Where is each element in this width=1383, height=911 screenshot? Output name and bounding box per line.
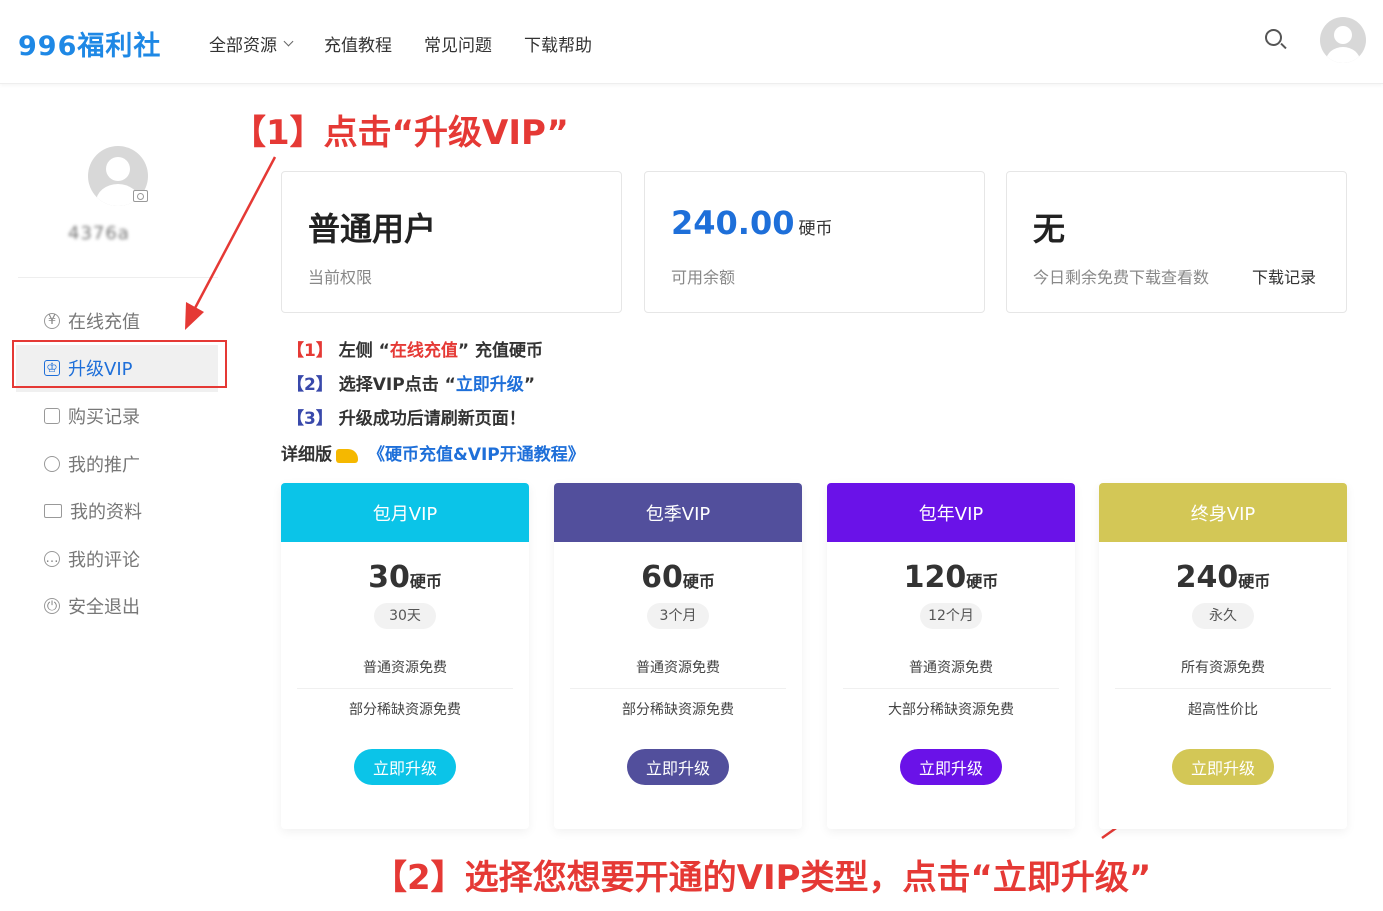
plan-feature: 所有资源免费 — [1115, 647, 1331, 689]
plan-header: 包季VIP — [554, 483, 802, 542]
instruction-3: 【3】 升级成功后请刷新页面！ — [287, 409, 526, 429]
plan-feature: 普通资源免费 — [843, 647, 1059, 689]
plan-duration: 30天 — [374, 603, 436, 629]
highlight-box — [12, 340, 227, 388]
nav-faq[interactable]: 常见问题 — [424, 31, 492, 56]
stat-level: 普通用户 当前权限 — [281, 171, 622, 313]
plan-card-monthly: 包月VIP 30硬币 30天 普通资源免费 部分稀缺资源免费 立即升级 — [281, 483, 529, 829]
plan-feature: 超高性价比 — [1188, 702, 1258, 718]
sidebar-item-recharge[interactable]: ¥ 在线充值 — [16, 297, 226, 345]
stat-balance-label: 可用余额 — [671, 268, 736, 287]
plan-duration: 12个月 — [920, 603, 982, 629]
plan-feature: 大部分稀缺资源免费 — [888, 702, 1014, 718]
stat-level-value: 普通用户 — [308, 210, 437, 248]
detail-tutorial: 详细版 《硬币充值&VIP开通教程》 — [281, 440, 585, 465]
plan-header: 终身VIP — [1099, 483, 1347, 542]
bag-icon — [44, 407, 60, 424]
tutorial-link[interactable]: 《硬币充值&VIP开通教程》 — [368, 440, 585, 465]
upgrade-button-monthly[interactable]: 立即升级 — [354, 749, 456, 785]
upgrade-button-quarterly[interactable]: 立即升级 — [627, 749, 729, 785]
sidebar-item-purchases[interactable]: 购买记录 — [16, 392, 226, 440]
plan-price: 30硬币 — [368, 560, 442, 595]
username: 4376a — [68, 223, 130, 244]
stat-downloads: 无 今日剩余免费下载查看数 下载记录 — [1006, 171, 1347, 313]
plan-feature: 部分稀缺资源免费 — [622, 702, 734, 718]
yen-icon: ¥ — [44, 312, 60, 329]
annotation-step2: 【2】选择您想要开通的VIP类型，点击“立即升级” — [373, 858, 1152, 898]
upgrade-button-yearly[interactable]: 立即升级 — [900, 749, 1002, 785]
sidebar-item-logout[interactable]: ⏻ 安全退出 — [16, 583, 226, 631]
search-icon[interactable] — [1264, 28, 1288, 52]
plan-header: 包年VIP — [827, 483, 1075, 542]
comment-icon: … — [44, 550, 60, 567]
plan-feature: 部分稀缺资源免费 — [349, 702, 461, 718]
annotation-step1: 【1】点击“升级VIP” — [232, 113, 569, 153]
instruction-1: 【1】 左侧 “在线充值” 充值硬币 — [287, 341, 543, 361]
plan-duration: 永久 — [1192, 603, 1254, 629]
sidebar-item-promotion[interactable]: 我的推广 — [16, 440, 226, 488]
main-nav: 全部资源 充值教程 常见问题 下载帮助 — [209, 31, 592, 56]
sidebar-item-profile[interactable]: 我的资料 — [16, 487, 226, 535]
stat-downloads-label: 今日剩余免费下载查看数 — [1033, 268, 1210, 287]
user-avatar[interactable] — [1320, 17, 1366, 63]
plan-card-quarterly: 包季VIP 60硬币 3个月 普通资源免费 部分稀缺资源免费 立即升级 — [554, 483, 802, 829]
stat-level-label: 当前权限 — [308, 268, 373, 287]
pointing-hand-icon — [336, 448, 358, 463]
sidebar-item-comments[interactable]: … 我的评论 — [16, 535, 226, 583]
plan-price: 240硬币 — [1175, 560, 1271, 595]
stat-balance: 240.00 硬币 可用余额 — [644, 171, 985, 313]
download-records-link[interactable]: 下载记录 — [1252, 264, 1316, 288]
plan-card-lifetime: 终身VIP 240硬币 永久 所有资源免费 超高性价比 立即升级 — [1099, 483, 1347, 829]
camera-icon[interactable] — [133, 190, 148, 202]
nav-recharge-tutorial[interactable]: 充值教程 — [324, 31, 392, 56]
stat-balance-value: 240.00 硬币 — [671, 204, 833, 242]
circle-icon — [44, 455, 60, 472]
plan-feature: 普通资源免费 — [570, 647, 786, 689]
chevron-down-icon — [283, 36, 294, 47]
plan-card-yearly: 包年VIP 120硬币 12个月 普通资源免费 大部分稀缺资源免费 立即升级 — [827, 483, 1075, 829]
stat-downloads-value: 无 — [1033, 210, 1066, 248]
instruction-2: 【2】 选择VIP点击 “立即升级” — [287, 375, 535, 395]
nav-download-help[interactable]: 下载帮助 — [524, 31, 592, 56]
site-logo[interactable]: 996福利社 — [18, 24, 161, 63]
power-icon: ⏻ — [44, 598, 60, 615]
plan-price: 120硬币 — [903, 560, 999, 595]
sidebar-divider — [18, 277, 218, 278]
plan-duration: 3个月 — [647, 603, 709, 629]
plan-price: 60硬币 — [641, 560, 715, 595]
upgrade-button-lifetime[interactable]: 立即升级 — [1172, 749, 1274, 785]
plan-header: 包月VIP — [281, 483, 529, 542]
plan-feature: 普通资源免费 — [297, 647, 513, 689]
instructions: 【1】 左侧 “在线充值” 充值硬币 【2】 选择VIP点击 “立即升级” 【3… — [287, 334, 543, 436]
nav-all-resources[interactable]: 全部资源 — [209, 31, 294, 56]
top-header: 996福利社 全部资源 充值教程 常见问题 下载帮助 — [0, 0, 1383, 84]
id-card-icon — [44, 504, 62, 519]
